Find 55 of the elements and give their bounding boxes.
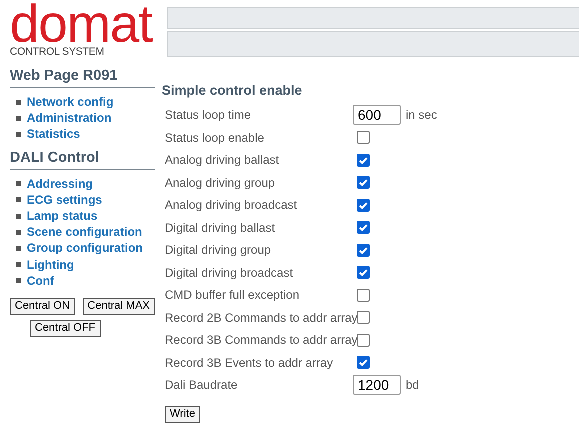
bullet-icon <box>16 181 21 186</box>
nav-link[interactable]: Statistics <box>27 127 80 142</box>
field-label: Dali Baudrate <box>165 378 239 392</box>
field-label: Digital driving group <box>165 243 272 258</box>
checkbox[interactable] <box>357 266 370 280</box>
checkbox[interactable] <box>357 221 370 234</box>
bullet-icon <box>16 246 21 251</box>
checkbox[interactable] <box>357 131 370 144</box>
nav-link[interactable]: Administration <box>27 111 112 126</box>
field-label: Status loop time <box>165 108 252 122</box>
checkbox[interactable] <box>357 198 370 212</box>
field-label: Analog driving broadcast <box>165 198 298 212</box>
field-label: Digital driving ballast <box>165 220 276 235</box>
nav-link[interactable]: Lighting <box>27 258 74 272</box>
write-button[interactable]: Write <box>165 406 200 422</box>
field-label: Digital driving broadcast <box>165 266 294 280</box>
nav-link[interactable]: Addressing <box>27 176 94 191</box>
number-field[interactable]: 1200 <box>353 375 401 396</box>
nav-link[interactable]: ECG settings <box>27 192 102 207</box>
bullet-icon <box>16 116 21 121</box>
bullet-icon <box>16 100 21 105</box>
form-title: Simple control enable <box>162 83 302 98</box>
logo-tagline: CONTROL SYSTEM <box>10 46 104 58</box>
checkbox[interactable] <box>357 311 370 324</box>
unit-label: in sec <box>406 108 438 122</box>
command-button[interactable]: Central ON <box>10 298 76 315</box>
field-label: Analog driving group <box>165 176 276 190</box>
field-label: CMD buffer full exception <box>165 288 301 302</box>
nav-link[interactable]: Scene configuration <box>27 225 142 240</box>
checkbox[interactable] <box>357 334 370 347</box>
checkbox[interactable] <box>357 288 370 302</box>
bullet-icon <box>16 230 21 235</box>
nav-link[interactable]: Network config <box>27 95 114 110</box>
bullet-icon <box>16 262 21 268</box>
nav-link[interactable]: Group configuration <box>27 241 143 256</box>
number-field[interactable]: 600 <box>353 105 401 126</box>
field-label: Analog driving ballast <box>165 153 280 168</box>
checkbox[interactable] <box>357 356 370 370</box>
logo-wordmark: domat <box>10 5 152 45</box>
field-label: Status loop enable <box>165 130 266 145</box>
bullet-icon <box>16 214 21 219</box>
checkbox[interactable] <box>357 176 370 190</box>
section-heading: DALI Control <box>10 150 155 170</box>
field-label: Record 3B Events to addr array <box>165 356 334 370</box>
nav-link[interactable]: Lamp status <box>27 209 98 224</box>
unit-label: bd <box>406 378 420 392</box>
command-button[interactable]: Central MAX <box>82 298 155 315</box>
section-heading: Web Page R091 <box>10 68 155 88</box>
command-button[interactable]: Central OFF <box>30 320 101 337</box>
checkbox[interactable] <box>357 244 370 257</box>
bullet-icon <box>16 197 21 202</box>
nav-link[interactable]: Conf <box>27 274 54 288</box>
bullet-icon <box>16 278 21 284</box>
checkbox[interactable] <box>357 154 370 167</box>
bullet-icon <box>16 132 21 137</box>
